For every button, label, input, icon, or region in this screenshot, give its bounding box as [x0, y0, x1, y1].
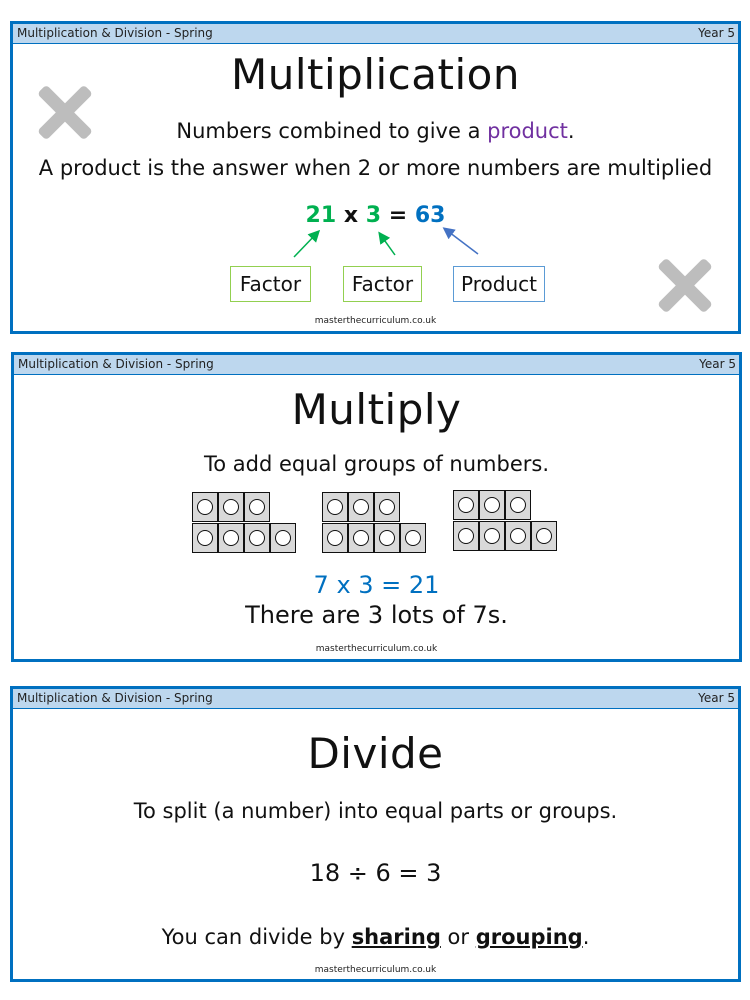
cube: [348, 523, 374, 553]
factor-1-arrow: [293, 229, 321, 258]
cube: [374, 523, 400, 553]
card-multiply: Multiplication & Division - Spring Year …: [11, 352, 742, 662]
division-methods: You can divide by sharing or grouping.: [161, 925, 590, 949]
product-arrow: [442, 227, 479, 255]
card-header: Multiplication & Division - Spring Year …: [13, 689, 738, 709]
year-label: Year 5: [698, 691, 735, 705]
topic-label: Multiplication & Division - Spring: [18, 357, 214, 371]
product-label-box: Product: [453, 266, 545, 302]
method-sharing: sharing: [351, 925, 441, 949]
cube: [322, 492, 348, 522]
cube: [479, 521, 505, 551]
card-header: Multiplication & Division - Spring Year …: [14, 355, 739, 375]
cube: [531, 521, 557, 551]
footer-url: masterthecurriculum.co.uk: [315, 644, 438, 654]
cube: [453, 521, 479, 551]
cube: [348, 492, 374, 522]
cube: [244, 523, 270, 553]
year-label: Year 5: [699, 357, 736, 371]
card-title: Divide: [307, 729, 444, 778]
factor-2-arrow: [378, 231, 396, 256]
equation: 7 x 3 = 21: [313, 571, 440, 599]
cube: [192, 492, 218, 522]
factor-label-box: Factor: [343, 266, 422, 302]
card-multiplication: Multiplication & Division - Spring Year …: [10, 21, 741, 334]
explanation: There are 3 lots of 7s.: [245, 601, 508, 629]
cube: [218, 523, 244, 553]
cube: [479, 490, 505, 520]
cube: [270, 523, 296, 553]
cube: [505, 521, 531, 551]
factor-label-box: Factor: [230, 266, 311, 302]
card-divide: Multiplication & Division - Spring Year …: [10, 686, 741, 982]
card-title: Multiply: [291, 385, 462, 434]
definition: To split (a number) into equal parts or …: [133, 799, 618, 823]
definition: To add equal groups of numbers.: [203, 452, 550, 476]
equation: 18 ÷ 6 = 3: [309, 859, 442, 887]
cube: [400, 523, 426, 553]
cube: [374, 492, 400, 522]
method-grouping: grouping: [475, 925, 583, 949]
footer-url: masterthecurriculum.co.uk: [314, 965, 437, 975]
cube: [192, 523, 218, 553]
topic-label: Multiplication & Division - Spring: [17, 691, 213, 705]
footer-url: masterthecurriculum.co.uk: [314, 316, 437, 326]
cube: [322, 523, 348, 553]
cube: [218, 492, 244, 522]
cube: [244, 492, 270, 522]
cube: [453, 490, 479, 520]
cube: [505, 490, 531, 520]
